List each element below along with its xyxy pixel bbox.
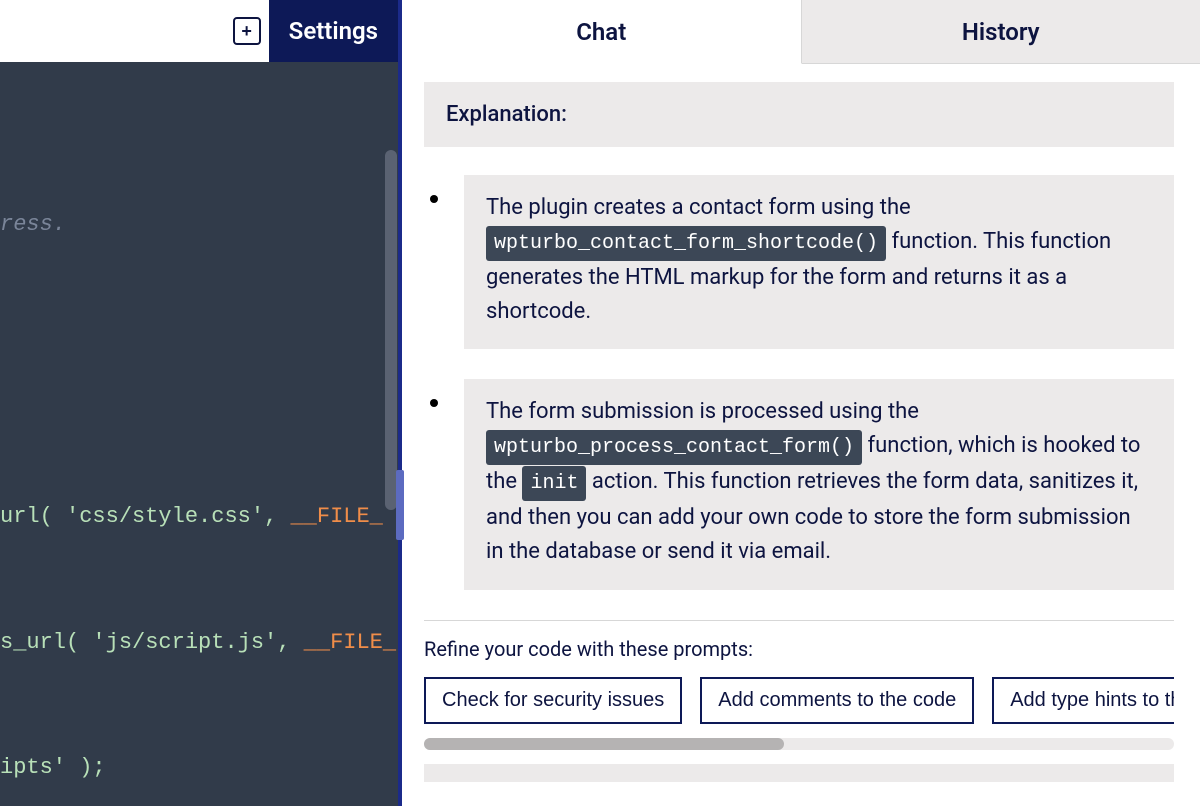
code-text: , [277, 630, 303, 655]
bullet-text: The plugin creates a contact form using … [486, 195, 911, 220]
prompt-btn-label: Check for security issues [442, 689, 664, 711]
editor-topbar: + Settings [0, 0, 398, 62]
divider [424, 620, 1174, 621]
code-editor[interactable]: ress. url( 'css/style.css', __FILE_ s_ur… [0, 62, 398, 806]
prompt-row: Check for security issues Add comments t… [424, 677, 1174, 724]
tab-chat[interactable]: Chat [402, 0, 802, 64]
explanation-header: Explanation: [424, 82, 1174, 147]
bullet-card: The form submission is processed using t… [464, 379, 1174, 589]
code-text: url( [0, 504, 66, 529]
bullet-text: The form submission is processed using t… [486, 399, 919, 424]
prompt-scrollbar-thumb[interactable] [424, 738, 784, 750]
editor-pane: + Settings ress. url( 'css/style.css', _… [0, 0, 398, 806]
editor-scrollbar-thumb[interactable] [385, 150, 397, 510]
side-panel: Chat History Explanation: The plugin cre… [398, 0, 1200, 806]
tab-chat-label: Chat [576, 18, 626, 46]
editor-scrollbar[interactable] [384, 124, 398, 806]
code-string: 'js/script.js' [92, 630, 277, 655]
refine-section: Refine your code with these prompts: Che… [424, 637, 1174, 782]
prompt-typehints-button[interactable]: Add type hints to the code [992, 677, 1174, 724]
tab-history-label: History [962, 18, 1040, 46]
tab-history[interactable]: History [802, 0, 1200, 64]
explanation-header-text: Explanation: [446, 102, 567, 127]
list-item: The form submission is processed using t… [424, 379, 1174, 589]
code-const: __FILE_ [304, 630, 396, 655]
code-text: s_url( [0, 630, 92, 655]
prompt-btn-label: Add comments to the code [718, 689, 956, 711]
code-string: 'css/style.css' [66, 504, 264, 529]
app-root: + Settings ress. url( 'css/style.css', _… [0, 0, 1200, 806]
prompt-scrollbar[interactable] [424, 738, 1174, 750]
code-string: ipts' [0, 755, 66, 780]
code-comment: ress. [0, 212, 66, 237]
code-chip: init [522, 466, 586, 501]
settings-label: Settings [289, 17, 378, 45]
bullet-icon [430, 399, 438, 407]
panel-body: Explanation: The plugin creates a contac… [402, 64, 1200, 806]
panel-tabs: Chat History [402, 0, 1200, 64]
refine-label-text: Refine your code with these prompts: [424, 637, 753, 661]
code-chip: wpturbo_process_contact_form() [486, 430, 862, 465]
bullet-card: The plugin creates a contact form using … [464, 175, 1174, 349]
bullet-icon [430, 195, 438, 203]
code-const: __FILE_ [290, 504, 382, 529]
code-text: , [264, 504, 290, 529]
plus-icon: + [241, 21, 252, 42]
prompt-btn-label: Add type hints to the code [1010, 689, 1174, 711]
prompt-security-button[interactable]: Check for security issues [424, 677, 682, 724]
prompt-comments-button[interactable]: Add comments to the code [700, 677, 974, 724]
settings-tab[interactable]: Settings [269, 0, 398, 62]
list-item: The plugin creates a contact form using … [424, 175, 1174, 349]
code-text: ); [66, 755, 106, 780]
code-chip: wpturbo_contact_form_shortcode() [486, 226, 886, 261]
add-button[interactable]: + [233, 17, 261, 45]
refine-label: Refine your code with these prompts: [424, 637, 1174, 661]
chat-input[interactable] [424, 764, 1174, 782]
